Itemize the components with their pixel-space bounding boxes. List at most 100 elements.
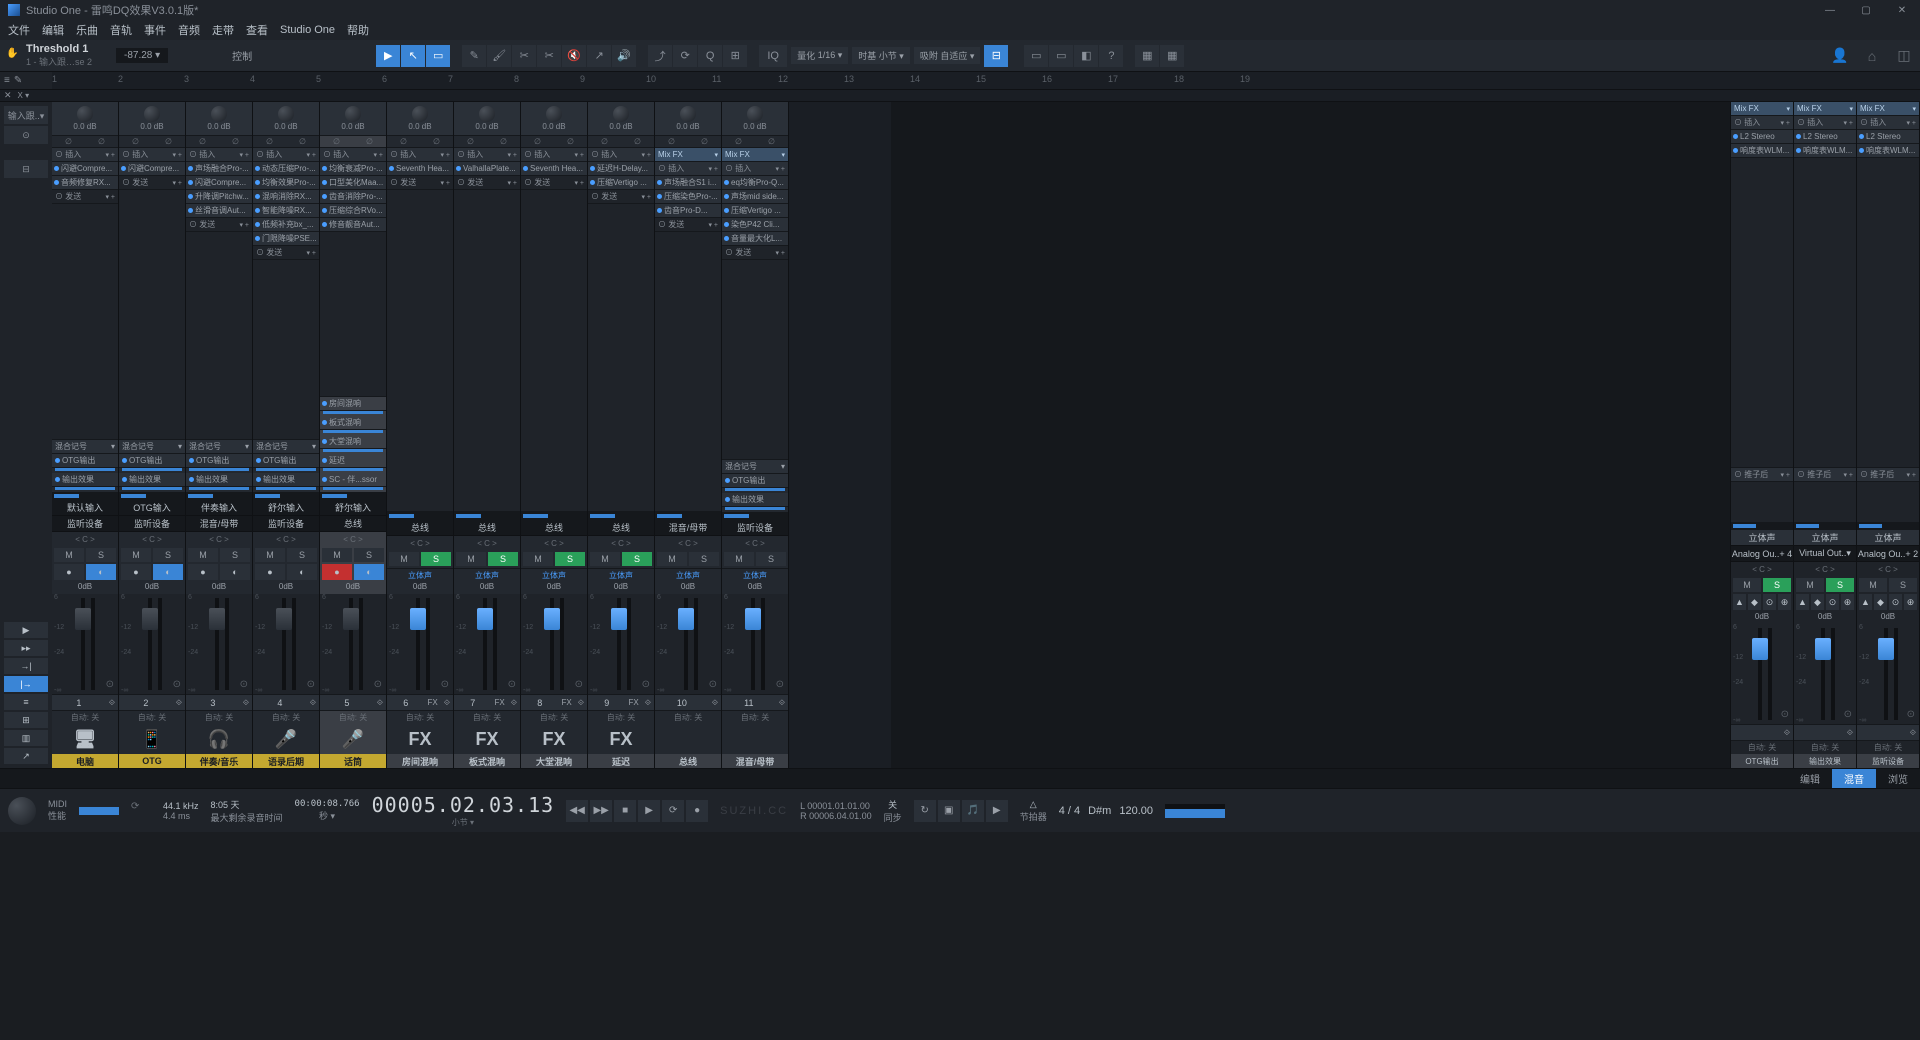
gain-knob[interactable] (345, 106, 361, 122)
fader-cap[interactable] (276, 608, 292, 630)
tab1-tool[interactable]: ◧ (1074, 45, 1098, 67)
fader-track[interactable] (416, 598, 420, 690)
inserts-header[interactable]: ⊙ 插入▾ + (655, 162, 721, 176)
channel-link-icon[interactable]: ⟐ (575, 698, 587, 708)
channel-link-icon[interactable]: ⟐ (374, 698, 386, 708)
route-mix[interactable]: 混合记号▾ (253, 440, 319, 454)
output-label[interactable]: 总线 (387, 520, 453, 536)
inserts-header[interactable]: ⊙ 插入▾ + (387, 148, 453, 162)
fader-db-readout[interactable]: 0dB (1731, 612, 1793, 624)
insert-slot[interactable]: L2 Stereo (1857, 130, 1919, 144)
monitor-button[interactable]: ◐ (86, 564, 116, 580)
transport-record[interactable]: ● (686, 800, 708, 822)
pan-display[interactable]: < C > (1731, 562, 1793, 576)
sends-header[interactable]: ⊙ 发送▾ + (588, 190, 654, 204)
automation-mode[interactable]: 自动: 关 (655, 710, 721, 724)
channel-name-label[interactable]: 话筒 (320, 754, 386, 768)
inserts-header[interactable]: ⊙ 插入▾ + (52, 148, 118, 162)
postfader-header[interactable]: ⊙ 推子后▾ + (1794, 468, 1856, 482)
transport-knob[interactable] (8, 797, 36, 825)
output-label[interactable]: Analog Ou..+ 4 (1731, 546, 1793, 562)
insert-slot[interactable]: 丝滑音调Aut... (186, 204, 252, 218)
insert-slot[interactable]: 压缩综合RVo... (320, 204, 386, 218)
sends-header[interactable]: ⊙ 发送▾ + (186, 218, 252, 232)
time-secondary[interactable]: 00:00:08.766 (295, 799, 360, 809)
lt-tune-icon[interactable]: ⊟ (4, 160, 48, 178)
gain-value[interactable]: 0.0 dB (743, 122, 766, 131)
insert-slot[interactable]: 均衡衰减Pro-... (320, 162, 386, 176)
channel-link-icon[interactable]: ⟐ (1907, 728, 1919, 738)
insert-slot[interactable]: ValhallaPlate... (454, 162, 520, 176)
route-mix[interactable]: 混合记号▾ (52, 440, 118, 454)
gain-knob[interactable] (77, 106, 93, 122)
output-label[interactable]: 混音/母带 (655, 520, 721, 536)
gain-value[interactable]: 0.0 dB (341, 122, 364, 131)
pan-display[interactable]: < C > (1794, 562, 1856, 576)
master-option-button[interactable]: ⊙ (1826, 594, 1839, 610)
channel-name-label[interactable]: 语录后期 (253, 754, 319, 768)
time-main-unit[interactable]: 小节 ▾ (372, 817, 555, 828)
fader-track[interactable] (1884, 628, 1888, 720)
solo-button[interactable]: S (756, 552, 786, 566)
master-option-button[interactable]: ⊙ (1763, 594, 1776, 610)
sends-header[interactable]: ⊙ 发送▾ + (454, 176, 520, 190)
snap-select[interactable]: 吸附 自适应 ▾ (914, 47, 981, 64)
insert-slot[interactable]: L2 Stereo (1731, 130, 1793, 144)
transport-loop[interactable]: ⟳ (662, 800, 684, 822)
mixfx-header[interactable]: Mix FX▾ (1794, 102, 1856, 116)
output-label[interactable]: 混音/母带 (186, 516, 252, 532)
autopunch-icon[interactable]: ▣ (938, 800, 960, 822)
insert-slot[interactable]: 染色P42 Cli... (722, 218, 788, 232)
menu-view[interactable]: 查看 (246, 22, 268, 38)
monitor-button[interactable]: ◐ (220, 564, 250, 580)
ruler-x-dropdown[interactable]: X ▾ (18, 91, 30, 100)
pan-display[interactable]: < C > (722, 536, 788, 550)
postfader-header[interactable]: ⊙ 推子后▾ + (1857, 468, 1919, 482)
locator-right[interactable]: R 00006.04.01.00 (800, 811, 872, 821)
sends-header[interactable]: ⊙ 发送▾ + (52, 190, 118, 204)
master-option-button[interactable]: ⊙ (1889, 594, 1902, 610)
route-out2[interactable]: 输出效果 (186, 473, 252, 487)
fader-track[interactable] (349, 598, 353, 690)
fader-db-readout[interactable]: 0dB (119, 582, 185, 594)
insert-slot[interactable]: Seventh Hea... (521, 162, 587, 176)
insert-slot[interactable]: 动态压缩Pro-... (253, 162, 319, 176)
send-slot[interactable]: 房间混响 (320, 397, 386, 411)
insert-slot[interactable]: 压缩染色Pro-... (655, 190, 721, 204)
record-arm-button[interactable]: ● (188, 564, 218, 580)
pan-display[interactable]: < C > (1857, 562, 1919, 576)
input-label[interactable]: 伴奏输入 (186, 500, 252, 516)
route-out2[interactable]: 输出效果 (253, 473, 319, 487)
view-edit-tab[interactable]: 编辑 (1788, 769, 1832, 788)
erase-tool[interactable]: ✂ (512, 45, 536, 67)
fader-cap[interactable] (544, 608, 560, 630)
fader-track[interactable] (1821, 628, 1825, 720)
mute-button[interactable]: M (1733, 578, 1761, 592)
mute-button[interactable]: M (121, 548, 151, 562)
automation-mode[interactable]: 自动: 关 (387, 710, 453, 724)
gain-knob[interactable] (680, 106, 696, 122)
master-option-button[interactable]: ◆ (1874, 594, 1887, 610)
insert-slot[interactable]: 声场融合S1 i... (655, 176, 721, 190)
transport-forward[interactable]: ▶▶ (590, 800, 612, 822)
gain-knob[interactable] (479, 106, 495, 122)
automation-mode[interactable]: 自动: 关 (320, 710, 386, 724)
master-name-label[interactable]: 输出效果 (1794, 754, 1856, 768)
fader-cap[interactable] (1815, 638, 1831, 660)
output-label[interactable]: 监听设备 (722, 520, 788, 536)
solo-button[interactable]: S (1889, 578, 1917, 592)
fader-db-readout[interactable]: 0dB (320, 582, 386, 594)
menu-edit[interactable]: 编辑 (42, 22, 64, 38)
menu-file[interactable]: 文件 (8, 22, 30, 38)
channel-name-label[interactable]: 大堂混响 (521, 754, 587, 768)
automation-mode[interactable]: 自动: 关 (1857, 740, 1919, 754)
record-arm-button[interactable]: ● (255, 564, 285, 580)
channel-link-icon[interactable]: ⟐ (642, 698, 654, 708)
listen-tool[interactable]: 🔊 (612, 45, 636, 67)
insert-slot[interactable]: 音频修复RX... (52, 176, 118, 190)
channel-link-icon[interactable]: ⟐ (776, 698, 788, 708)
nav-out-icon[interactable]: ↗ (4, 748, 48, 764)
channel-link-icon[interactable]: ⟐ (1844, 728, 1856, 738)
master-option-button[interactable]: ⊕ (1904, 594, 1917, 610)
sends-header[interactable]: ⊙ 发送▾ + (521, 176, 587, 190)
